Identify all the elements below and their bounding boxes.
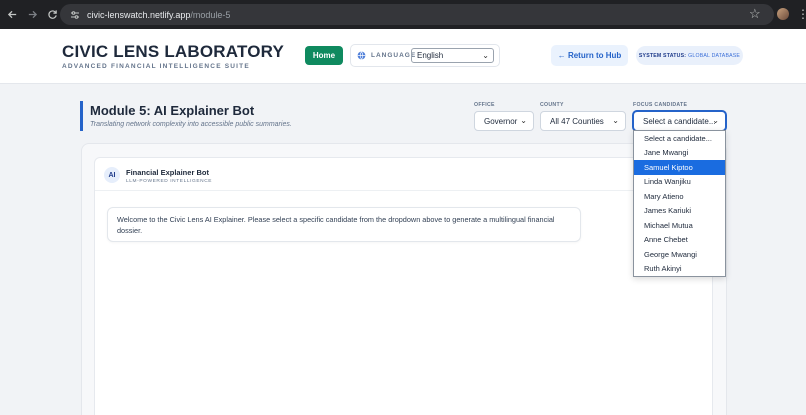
candidate-select[interactable]: Select a candidate... ⌄ xyxy=(633,111,726,131)
page-subtitle: Translating network complexity into acce… xyxy=(90,121,292,128)
app-header: CIVIC LENS LABORATORY ADVANCED FINANCIAL… xyxy=(0,29,806,84)
url-host: civic-lenswatch.netlify.app xyxy=(87,9,191,20)
bot-message: Welcome to the Civic Lens AI Explainer. … xyxy=(107,207,581,242)
forward-arrow-icon[interactable] xyxy=(23,5,42,24)
status-key: SYSTEM STATUS: xyxy=(638,52,687,59)
candidate-option[interactable]: Anne Chebet xyxy=(634,233,725,248)
chevron-down-icon: ⌄ xyxy=(482,51,489,60)
bot-tagline: LLM-POWERED INTELLIGENCE xyxy=(126,179,213,184)
address-bar[interactable]: civic-lenswatch.netlify.app/module-5 xyxy=(60,4,774,25)
candidate-dropdown-list: Select a candidate... Jane Mwangi Samuel K… xyxy=(633,130,726,277)
home-button[interactable]: Home xyxy=(305,46,343,65)
chevron-down-icon: ⌄ xyxy=(612,116,619,125)
page-title: Module 5: AI Explainer Bot xyxy=(90,103,255,118)
county-select-value: All 47 Counties xyxy=(550,116,604,126)
candidate-option[interactable]: Ruth Akinyi xyxy=(634,262,725,277)
chat-panel: AI Financial Explainer Bot LLM-POWERED I… xyxy=(94,157,714,415)
kebab-menu-icon[interactable]: ⋮ xyxy=(797,7,806,21)
candidate-select-value: Select a candidate... xyxy=(643,116,716,126)
language-select[interactable]: English ⌄ xyxy=(411,48,494,63)
candidate-option[interactable]: Michael Mutua xyxy=(634,218,725,233)
candidate-option[interactable]: Select a candidate... xyxy=(634,131,725,146)
system-status-badge: SYSTEM STATUS: GLOBAL DATABASE xyxy=(636,46,743,65)
language-label: LANGUAGE xyxy=(371,52,417,59)
back-arrow-icon[interactable] xyxy=(3,5,22,24)
language-select-value: English xyxy=(417,51,444,60)
return-to-hub-button[interactable]: ← Return to Hub xyxy=(551,45,628,66)
county-label: COUNTY xyxy=(540,102,564,108)
chat-header: AI Financial Explainer Bot LLM-POWERED I… xyxy=(95,158,714,191)
profile-avatar[interactable] xyxy=(777,8,789,20)
language-selector-box: LANGUAGE English ⌄ xyxy=(350,44,500,67)
chevron-down-icon: ⌄ xyxy=(520,116,527,125)
brand-subtitle: ADVANCED FINANCIAL INTELLIGENCE SUITE xyxy=(62,63,250,70)
brand-title: CIVIC LENS LABORATORY xyxy=(62,42,285,61)
candidate-label: FOCUS CANDIDATE xyxy=(633,102,688,108)
star-icon[interactable]: ☆ xyxy=(749,6,761,22)
status-value: GLOBAL DATABASE xyxy=(688,52,741,59)
office-select[interactable]: Governor ⌄ xyxy=(474,111,534,131)
candidate-option[interactable]: Jane Mwangi xyxy=(634,146,725,161)
office-label: OFFICE xyxy=(474,102,495,108)
candidate-option[interactable]: Samuel Kiptoo xyxy=(634,160,725,175)
county-select[interactable]: All 47 Counties ⌄ xyxy=(540,111,626,131)
candidate-option[interactable]: James Kariuki xyxy=(634,204,725,219)
candidate-option[interactable]: Mary Atieno xyxy=(634,189,725,204)
browser-toolbar: civic-lenswatch.netlify.app/module-5 ☆ ⋮ xyxy=(0,0,806,29)
site-settings-icon[interactable] xyxy=(68,8,82,22)
bot-name: Financial Explainer Bot xyxy=(126,168,209,177)
candidate-option[interactable]: Linda Wanjiku xyxy=(634,175,725,190)
url-path: /module-5 xyxy=(190,9,231,20)
ai-avatar: AI xyxy=(104,167,120,183)
candidate-option[interactable]: George Mwangi xyxy=(634,247,725,262)
module-accent-bar xyxy=(80,101,83,131)
chevron-down-icon: ⌄ xyxy=(712,116,719,125)
office-select-value: Governor xyxy=(484,116,518,126)
globe-icon xyxy=(357,51,366,60)
